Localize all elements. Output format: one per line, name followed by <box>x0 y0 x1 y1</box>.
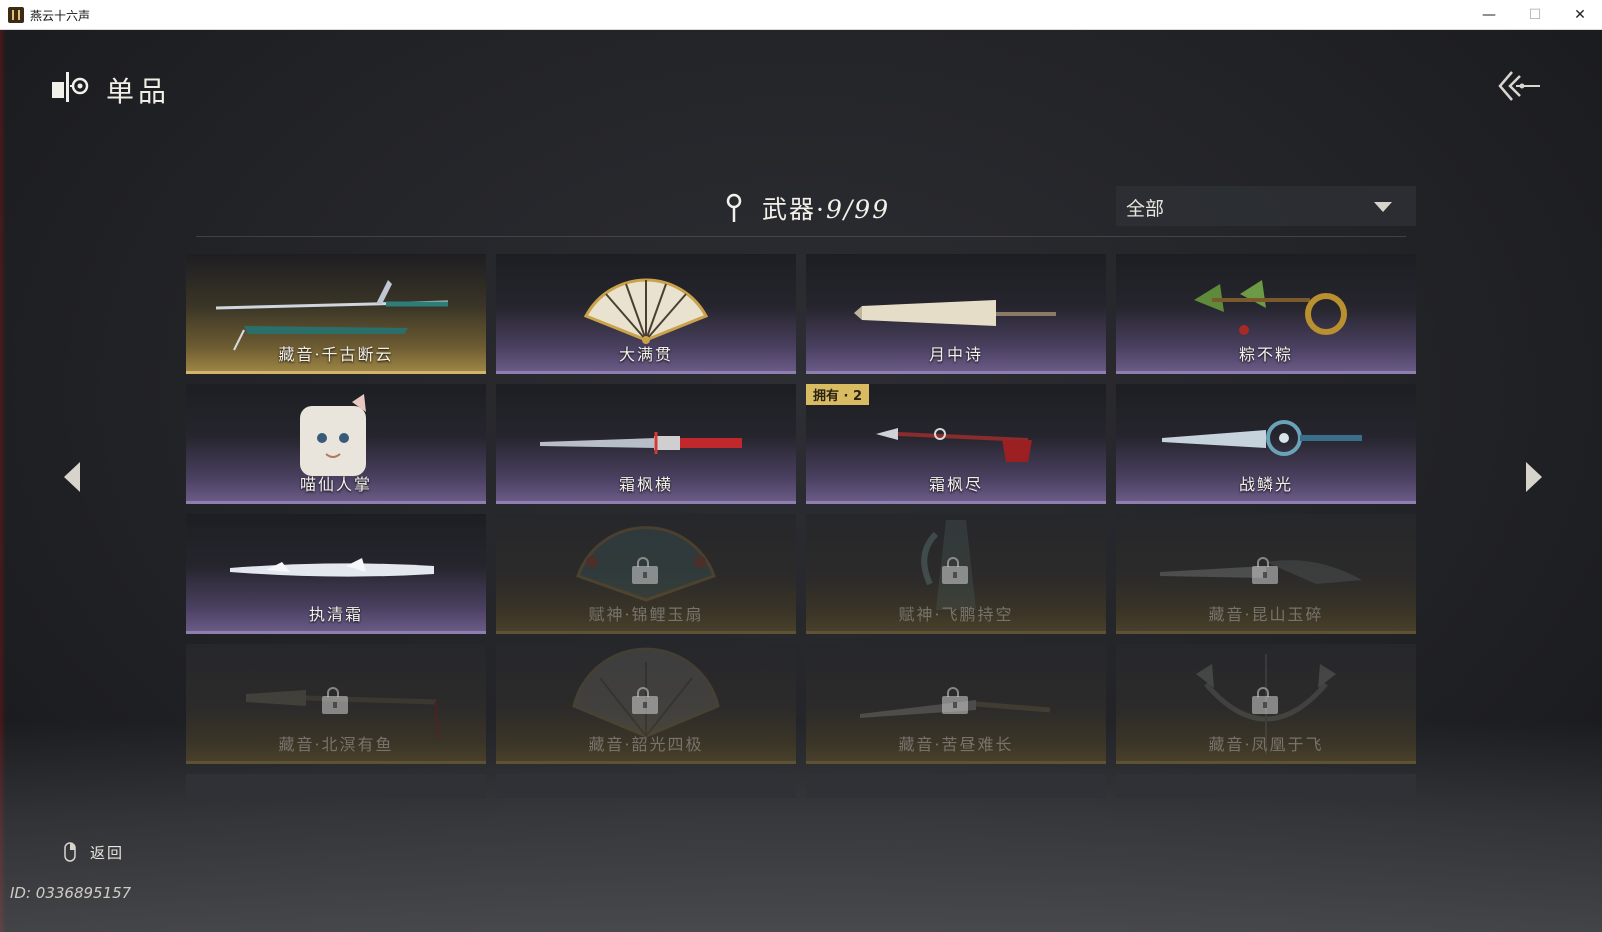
game-screen: 单品 武器·9/99 全部 藏音·千古断云 大满贯 月中诗 粽不粽 喵仙人掌 霜… <box>0 30 1602 932</box>
window-titlebar: 燕云十六声 — ☐ ✕ <box>0 0 1602 30</box>
item-card-partial[interactable] <box>1116 774 1416 798</box>
next-page-arrow-icon[interactable] <box>1524 460 1544 494</box>
item-name: 藏音·千古断云 <box>278 345 394 364</box>
item-name: 赋神·锦鲤玉扇 <box>588 605 704 624</box>
item-name: 藏音·昆山玉碎 <box>1208 605 1324 624</box>
item-card[interactable]: 霜枫横 <box>496 384 796 504</box>
item-card[interactable]: 藏音·昆山玉碎 <box>1116 514 1416 634</box>
item-card[interactable]: 藏音·韶光四极 <box>496 644 796 764</box>
player-id: ID: 0336895157 <box>10 884 132 902</box>
item-card-partial[interactable] <box>806 774 1106 798</box>
lock-icon <box>942 687 968 714</box>
collection-count: 9/99 <box>825 195 891 224</box>
page-title: 单品 <box>106 75 171 108</box>
item-card[interactable]: 藏音·北溟有鱼 <box>186 644 486 764</box>
item-card[interactable]: 喵仙人掌 <box>186 384 486 504</box>
lock-icon <box>942 557 968 584</box>
item-card-partial[interactable] <box>496 774 796 798</box>
lock-icon <box>322 687 348 714</box>
item-card[interactable]: 执清霜 <box>186 514 486 634</box>
item-card[interactable]: 藏音·苦昼难长 <box>806 644 1106 764</box>
lock-icon <box>1252 557 1278 584</box>
divider <box>196 236 1406 237</box>
lock-icon <box>1252 687 1278 714</box>
item-name: 月中诗 <box>928 345 983 364</box>
location-pin-icon <box>726 193 742 222</box>
item-name: 粽不粽 <box>1238 345 1293 364</box>
lock-icon <box>632 557 658 584</box>
item-name: 藏音·凤凰于飞 <box>1208 735 1324 754</box>
app-icon <box>8 7 24 23</box>
close-button[interactable]: ✕ <box>1558 0 1602 30</box>
previous-page-arrow-icon[interactable] <box>62 460 82 494</box>
window-title: 燕云十六声 <box>30 9 91 23</box>
item-name: 藏音·苦昼难长 <box>898 735 1014 754</box>
owned-count-badge: 拥有 · 2 <box>806 384 870 405</box>
back-hint-button[interactable]: 返回 <box>90 842 124 863</box>
back-arrow-icon[interactable] <box>1496 68 1542 104</box>
item-card[interactable]: 月中诗 <box>806 254 1106 374</box>
filter-dropdown[interactable]: 全部 <box>1116 186 1416 226</box>
item-name: 执清霜 <box>308 605 363 624</box>
category-label: 武器· <box>762 195 826 224</box>
item-category-icon <box>52 72 89 102</box>
item-card-partial[interactable] <box>186 774 486 798</box>
item-card[interactable]: 藏音·千古断云 <box>186 254 486 374</box>
minimize-button[interactable]: — <box>1466 0 1512 30</box>
item-name: 霜枫横 <box>618 475 673 494</box>
section-title: 武器·9/99 <box>762 190 890 226</box>
item-card[interactable]: 大满贯 <box>496 254 796 374</box>
item-name: 藏音·北溟有鱼 <box>278 735 394 754</box>
item-name: 大满贯 <box>618 345 673 364</box>
chevron-down-icon <box>1374 202 1392 212</box>
item-card[interactable]: 赋神·飞鹏持空 <box>806 514 1106 634</box>
item-name: 赋神·飞鹏持空 <box>898 605 1014 624</box>
item-card[interactable]: 藏音·凤凰于飞 <box>1116 644 1416 764</box>
item-card[interactable]: 赋神·锦鲤玉扇 <box>496 514 796 634</box>
item-card[interactable]: 粽不粽 <box>1116 254 1416 374</box>
item-name: 藏音·韶光四极 <box>588 735 704 754</box>
item-card[interactable]: 战鳞光 <box>1116 384 1416 504</box>
item-name: 战鳞光 <box>1238 475 1293 494</box>
item-card[interactable]: 拥有 · 2 霜枫尽 <box>806 384 1106 504</box>
item-name: 喵仙人掌 <box>299 475 372 494</box>
filter-selected: 全部 <box>1126 198 1165 220</box>
mouse-right-click-icon <box>64 842 76 862</box>
maximize-button[interactable]: ☐ <box>1512 0 1558 30</box>
item-name: 霜枫尽 <box>928 475 983 494</box>
lock-icon <box>632 687 658 714</box>
